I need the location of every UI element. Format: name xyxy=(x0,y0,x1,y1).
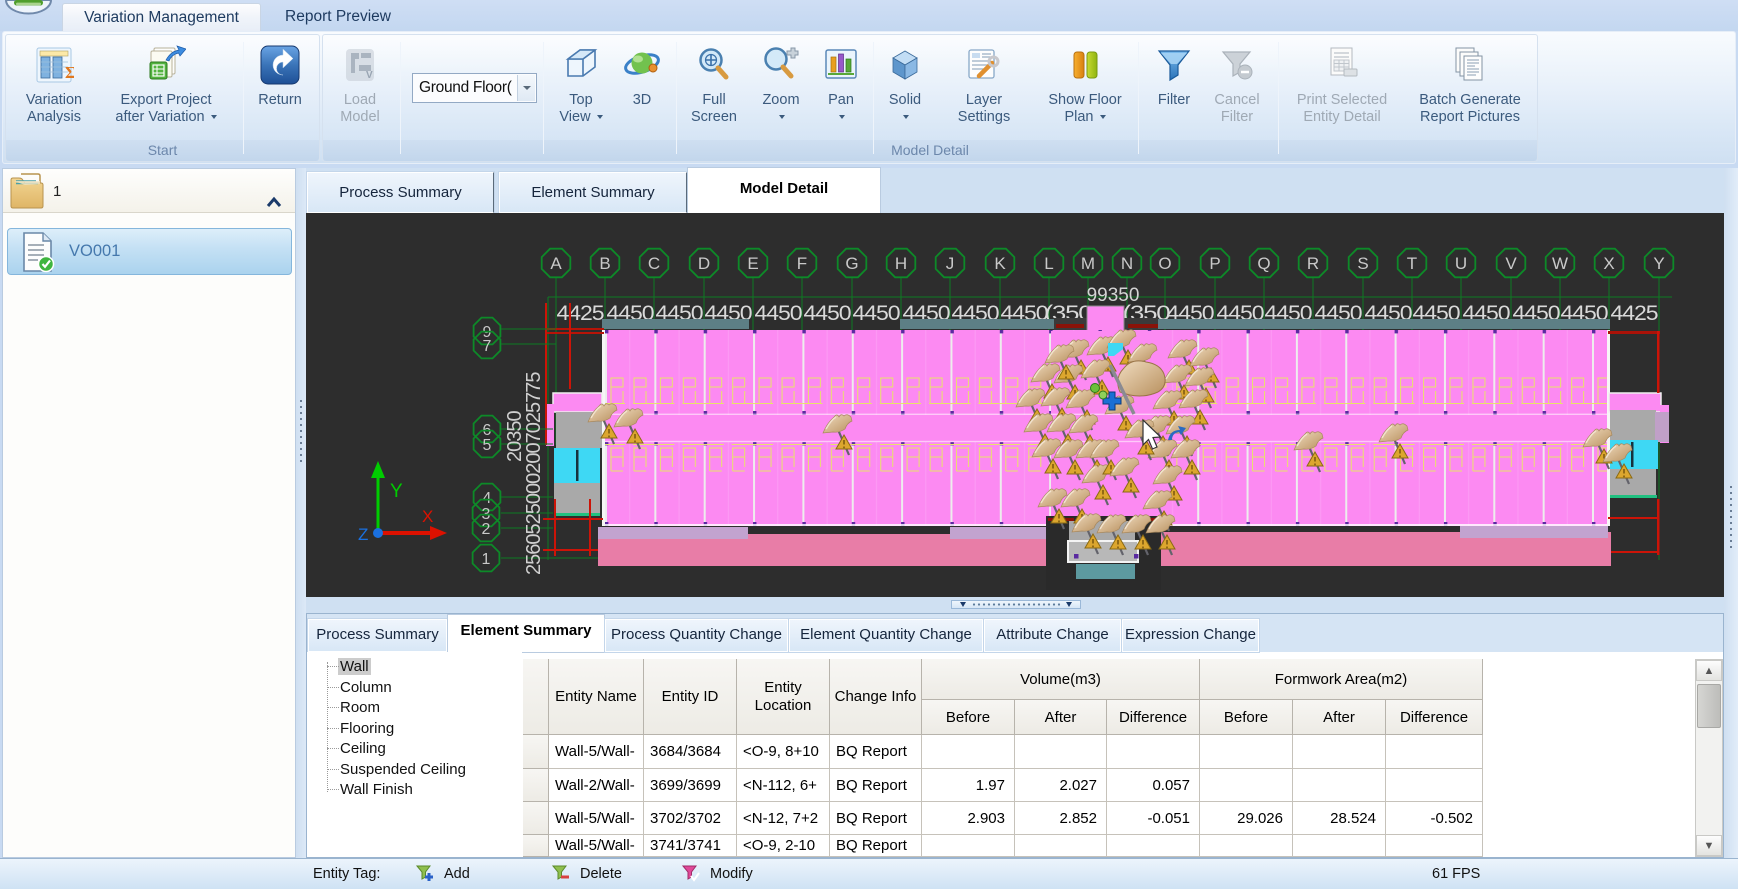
svg-text:V: V xyxy=(366,70,373,81)
svg-text:Q: Q xyxy=(1257,254,1270,273)
svg-text:G: G xyxy=(845,254,858,273)
svg-text:W: W xyxy=(1552,254,1568,273)
svg-text:Y: Y xyxy=(1653,254,1664,273)
svg-text:Σ: Σ xyxy=(65,63,74,82)
svg-text:Y: Y xyxy=(390,481,403,502)
svg-text:25605250002007025775: 25605250002007025775 xyxy=(523,372,545,575)
svg-text:D: D xyxy=(698,254,710,273)
svg-text:5: 5 xyxy=(483,437,492,454)
svg-text:P: P xyxy=(1209,254,1220,273)
svg-text:4425: 4425 xyxy=(1611,301,1659,325)
svg-text:4450: 4450 xyxy=(853,301,901,325)
svg-text:L: L xyxy=(1044,254,1053,273)
svg-text:4450: 4450 xyxy=(755,301,803,325)
svg-text:Z: Z xyxy=(358,525,368,544)
svg-text:T: T xyxy=(1407,254,1417,273)
svg-text:E: E xyxy=(747,254,758,273)
svg-text:J: J xyxy=(946,254,955,273)
svg-text:N: N xyxy=(1121,254,1133,273)
svg-text:R: R xyxy=(1307,254,1319,273)
svg-text:X: X xyxy=(422,507,433,526)
svg-text:B: B xyxy=(599,254,610,273)
svg-text:V: V xyxy=(1505,254,1517,273)
svg-text:4: 4 xyxy=(483,490,492,507)
svg-text:U: U xyxy=(1455,254,1467,273)
svg-text:X: X xyxy=(1603,254,1614,273)
svg-text:O: O xyxy=(1158,254,1171,273)
svg-text:A: A xyxy=(550,254,562,273)
svg-text:4425: 4425 xyxy=(557,301,605,325)
svg-text:C: C xyxy=(648,254,660,273)
svg-text:H: H xyxy=(895,254,907,273)
svg-text:S: S xyxy=(1357,254,1368,273)
svg-text:2: 2 xyxy=(482,521,491,538)
svg-text:7: 7 xyxy=(483,338,492,355)
svg-text:M: M xyxy=(1081,254,1095,273)
svg-text:F: F xyxy=(797,254,807,273)
svg-text:4450: 4450 xyxy=(804,301,852,325)
svg-text:1: 1 xyxy=(482,551,491,568)
svg-text:K: K xyxy=(994,254,1006,273)
